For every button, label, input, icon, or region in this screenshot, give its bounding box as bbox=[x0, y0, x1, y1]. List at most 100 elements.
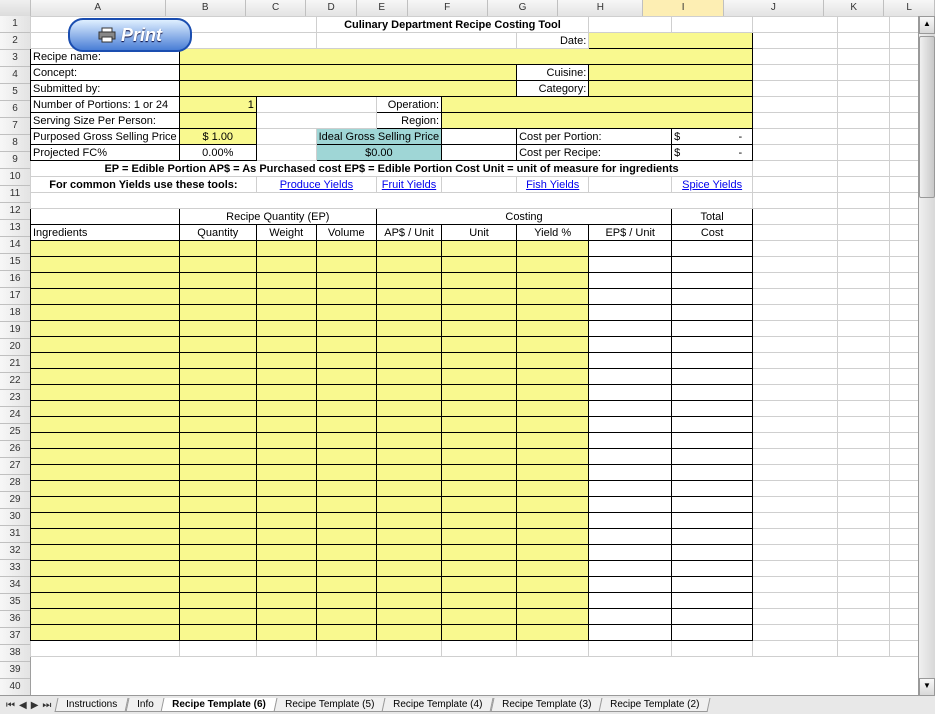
ingredient-cell[interactable] bbox=[31, 321, 180, 337]
unit-cell[interactable] bbox=[442, 353, 517, 369]
row-header-11[interactable]: 11 bbox=[0, 186, 30, 203]
apunit-cell[interactable] bbox=[376, 321, 441, 337]
row-header-27[interactable]: 27 bbox=[0, 458, 30, 475]
row-header-8[interactable]: 8 bbox=[0, 135, 30, 152]
row-header-10[interactable]: 10 bbox=[0, 169, 30, 186]
apunit-cell[interactable] bbox=[376, 545, 441, 561]
weight-cell[interactable] bbox=[256, 625, 316, 641]
row-header-24[interactable]: 24 bbox=[0, 407, 30, 424]
qty-cell[interactable] bbox=[179, 609, 256, 625]
qty-cell[interactable] bbox=[179, 625, 256, 641]
category-field[interactable] bbox=[589, 81, 753, 97]
row-header-39[interactable]: 39 bbox=[0, 662, 30, 679]
nav-first-icon[interactable]: ⏮ bbox=[4, 700, 17, 711]
apunit-cell[interactable] bbox=[376, 241, 441, 257]
sheet-tab[interactable]: Recipe Template (2) bbox=[598, 698, 710, 712]
qty-cell[interactable] bbox=[179, 561, 256, 577]
unit-cell[interactable] bbox=[442, 289, 517, 305]
col-header-corner[interactable] bbox=[0, 0, 31, 16]
yield-cell[interactable] bbox=[517, 385, 589, 401]
weight-cell[interactable] bbox=[256, 273, 316, 289]
row-header-23[interactable]: 23 bbox=[0, 390, 30, 407]
apunit-cell[interactable] bbox=[376, 273, 441, 289]
weight-cell[interactable] bbox=[256, 529, 316, 545]
apunit-cell[interactable] bbox=[376, 609, 441, 625]
sheet-tab[interactable]: Recipe Template (3) bbox=[490, 698, 602, 712]
row-header-20[interactable]: 20 bbox=[0, 339, 30, 356]
ingredient-cell[interactable] bbox=[31, 353, 180, 369]
volume-cell[interactable] bbox=[316, 369, 376, 385]
weight-cell[interactable] bbox=[256, 305, 316, 321]
unit-cell[interactable] bbox=[442, 593, 517, 609]
weight-cell[interactable] bbox=[256, 593, 316, 609]
qty-cell[interactable] bbox=[179, 449, 256, 465]
yield-cell[interactable] bbox=[517, 305, 589, 321]
volume-cell[interactable] bbox=[316, 289, 376, 305]
row-header-3[interactable]: 3 bbox=[0, 50, 30, 67]
volume-cell[interactable] bbox=[316, 449, 376, 465]
scroll-thumb[interactable] bbox=[919, 36, 935, 198]
ingredient-cell[interactable] bbox=[31, 513, 180, 529]
qty-cell[interactable] bbox=[179, 369, 256, 385]
col-header-A[interactable]: A bbox=[31, 0, 166, 16]
volume-cell[interactable] bbox=[316, 385, 376, 401]
unit-cell[interactable] bbox=[442, 257, 517, 273]
volume-cell[interactable] bbox=[316, 609, 376, 625]
unit-cell[interactable] bbox=[442, 465, 517, 481]
weight-cell[interactable] bbox=[256, 241, 316, 257]
yield-cell[interactable] bbox=[517, 257, 589, 273]
apunit-cell[interactable] bbox=[376, 449, 441, 465]
qty-cell[interactable] bbox=[179, 465, 256, 481]
unit-cell[interactable] bbox=[442, 417, 517, 433]
sheet-tab[interactable]: Recipe Template (6) bbox=[161, 698, 278, 712]
col-header-I[interactable]: I bbox=[643, 0, 723, 16]
row-header-14[interactable]: 14 bbox=[0, 237, 30, 254]
link-fish[interactable]: Fish Yields bbox=[517, 177, 589, 193]
weight-cell[interactable] bbox=[256, 449, 316, 465]
volume-cell[interactable] bbox=[316, 417, 376, 433]
row-header-16[interactable]: 16 bbox=[0, 271, 30, 288]
unit-cell[interactable] bbox=[442, 337, 517, 353]
row-header-18[interactable]: 18 bbox=[0, 305, 30, 322]
yield-cell[interactable] bbox=[517, 449, 589, 465]
row-header-12[interactable]: 12 bbox=[0, 203, 30, 220]
volume-cell[interactable] bbox=[316, 545, 376, 561]
cuisine-field[interactable] bbox=[589, 65, 753, 81]
row-header-17[interactable]: 17 bbox=[0, 288, 30, 305]
yield-cell[interactable] bbox=[517, 401, 589, 417]
unit-cell[interactable] bbox=[442, 513, 517, 529]
volume-cell[interactable] bbox=[316, 625, 376, 641]
volume-cell[interactable] bbox=[316, 529, 376, 545]
sheet-tab[interactable]: Recipe Template (5) bbox=[273, 698, 385, 712]
weight-cell[interactable] bbox=[256, 385, 316, 401]
unit-cell[interactable] bbox=[442, 385, 517, 401]
ingredient-cell[interactable] bbox=[31, 609, 180, 625]
qty-cell[interactable] bbox=[179, 481, 256, 497]
apunit-cell[interactable] bbox=[376, 481, 441, 497]
qty-cell[interactable] bbox=[179, 433, 256, 449]
qty-cell[interactable] bbox=[179, 305, 256, 321]
scroll-up-icon[interactable]: ▲ bbox=[919, 16, 935, 34]
col-header-F[interactable]: F bbox=[408, 0, 488, 16]
unit-cell[interactable] bbox=[442, 545, 517, 561]
weight-cell[interactable] bbox=[256, 513, 316, 529]
portions-field[interactable]: 1 bbox=[179, 97, 256, 113]
row-header-6[interactable]: 6 bbox=[0, 101, 30, 118]
row-header-4[interactable]: 4 bbox=[0, 67, 30, 84]
volume-cell[interactable] bbox=[316, 321, 376, 337]
nav-next-icon[interactable]: ▶ bbox=[29, 700, 41, 711]
ingredient-cell[interactable] bbox=[31, 529, 180, 545]
row-header-1[interactable]: 1 bbox=[0, 16, 30, 33]
row-header-36[interactable]: 36 bbox=[0, 611, 30, 628]
volume-cell[interactable] bbox=[316, 257, 376, 273]
row-header-38[interactable]: 38 bbox=[0, 645, 30, 662]
volume-cell[interactable] bbox=[316, 577, 376, 593]
qty-cell[interactable] bbox=[179, 353, 256, 369]
yield-cell[interactable] bbox=[517, 369, 589, 385]
vertical-scrollbar[interactable]: ▲ ▼ bbox=[918, 16, 935, 696]
apunit-cell[interactable] bbox=[376, 305, 441, 321]
col-header-E[interactable]: E bbox=[357, 0, 408, 16]
ingredient-cell[interactable] bbox=[31, 257, 180, 273]
col-header-L[interactable]: L bbox=[884, 0, 935, 16]
row-header-31[interactable]: 31 bbox=[0, 526, 30, 543]
